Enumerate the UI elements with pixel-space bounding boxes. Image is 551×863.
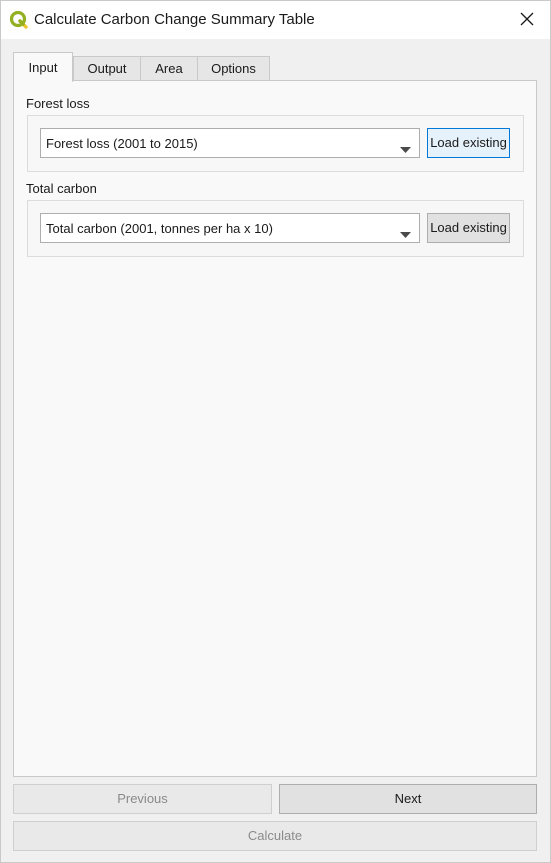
tab-output[interactable]: Output	[73, 56, 141, 82]
total-carbon-label: Total carbon	[26, 181, 97, 196]
close-button[interactable]	[504, 1, 550, 39]
forest-loss-load-existing-button[interactable]: Load existing	[427, 128, 510, 158]
title-bar: Calculate Carbon Change Summary Table	[1, 1, 550, 39]
tab-options[interactable]: Options	[197, 56, 270, 82]
qgis-logo-icon	[9, 10, 29, 30]
dialog-window: Calculate Carbon Change Summary Table In…	[0, 0, 551, 863]
calculate-button[interactable]: Calculate	[13, 821, 537, 851]
previous-button[interactable]: Previous	[13, 784, 272, 814]
tab-label: Area	[155, 61, 183, 76]
tab-label: Input	[28, 60, 58, 75]
tab-area[interactable]: Area	[140, 56, 198, 82]
next-button[interactable]: Next	[279, 784, 537, 814]
forest-loss-group: Forest loss (2001 to 2015) Load existing	[27, 115, 524, 172]
window-title: Calculate Carbon Change Summary Table	[34, 11, 315, 28]
tab-input[interactable]: Input	[13, 52, 73, 82]
total-carbon-group: Total carbon (2001, tonnes per ha x 10) …	[27, 200, 524, 257]
tab-label: Options	[211, 61, 256, 76]
forest-loss-label: Forest loss	[26, 96, 90, 111]
forest-loss-combobox[interactable]: Forest loss (2001 to 2015)	[40, 128, 420, 158]
total-carbon-load-existing-button[interactable]: Load existing	[427, 213, 510, 243]
forest-loss-selected: Forest loss (2001 to 2015)	[46, 136, 198, 151]
input-tab-panel: Forest loss Forest loss (2001 to 2015) L…	[13, 80, 537, 777]
total-carbon-selected: Total carbon (2001, tonnes per ha x 10)	[46, 221, 273, 236]
total-carbon-combobox[interactable]: Total carbon (2001, tonnes per ha x 10)	[40, 213, 420, 243]
chevron-down-icon	[400, 141, 411, 153]
chevron-down-icon	[400, 226, 411, 238]
close-icon	[520, 12, 534, 29]
tab-label: Output	[87, 61, 127, 76]
